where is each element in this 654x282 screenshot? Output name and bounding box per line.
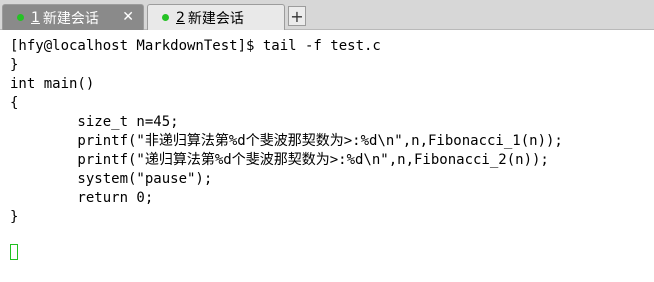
terminal-output[interactable]: [hfy@localhost MarkdownTest]$ tail -f te… xyxy=(0,30,654,282)
terminal-line: { xyxy=(10,95,19,111)
terminal-line: system("pause"); xyxy=(10,171,213,187)
terminal-line: int main() xyxy=(10,76,95,92)
tab-number: 1 xyxy=(31,9,40,26)
connected-status-icon xyxy=(162,14,169,21)
close-tab-icon[interactable]: ✕ xyxy=(122,9,134,25)
tab-bar: 1 新建会话 ✕ 2 新建会话 + xyxy=(0,0,654,30)
terminal-line: size_t n=45; xyxy=(10,114,179,130)
connected-status-icon xyxy=(17,14,24,21)
tab-session-1[interactable]: 1 新建会话 ✕ xyxy=(2,4,144,30)
terminal-line: printf("非递归算法第%d个斐波那契数为>:%d\n",n,Fibonac… xyxy=(10,133,563,149)
tab-number: 2 xyxy=(176,9,185,26)
tab-session-2[interactable]: 2 新建会话 xyxy=(147,4,285,30)
terminal-cursor xyxy=(10,244,18,260)
terminal-line: return 0; xyxy=(10,190,154,206)
add-tab-button[interactable]: + xyxy=(288,6,306,26)
tab-title: 新建会话 xyxy=(42,10,99,27)
terminal-line: } xyxy=(10,209,19,225)
terminal-line: [hfy@localhost MarkdownTest]$ tail -f te… xyxy=(10,38,381,54)
terminal-line: printf("递归算法第%d个斐波那契数为>:%d\n",n,Fibonacc… xyxy=(10,152,549,168)
tab-title: 新建会话 xyxy=(187,10,244,27)
terminal-line: } xyxy=(10,57,19,73)
